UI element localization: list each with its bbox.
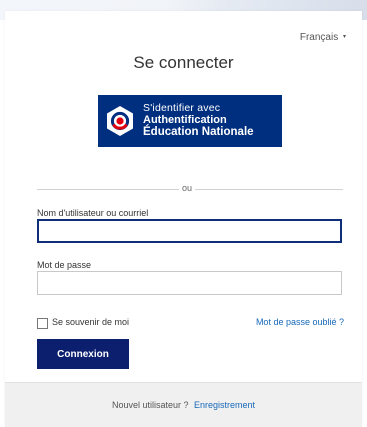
password-label: Mot de passe bbox=[37, 260, 92, 270]
language-selector[interactable]: Français ▾ bbox=[300, 32, 346, 43]
username-label: Nom d'utilisateur ou courriel bbox=[37, 208, 149, 218]
register-link[interactable]: Enregistrement bbox=[194, 400, 255, 410]
divider-right bbox=[195, 189, 343, 190]
forgot-password-link[interactable]: Mot de passe oublié ? bbox=[256, 317, 344, 327]
page-title: Se connecter bbox=[133, 53, 234, 72]
register-footer: Nouvel utilisateur ? Enregistrement bbox=[5, 382, 362, 427]
username-input[interactable] bbox=[37, 219, 342, 243]
divider-text: ou bbox=[181, 183, 192, 193]
password-input[interactable] bbox=[37, 271, 342, 295]
remember-me-checkbox[interactable] bbox=[37, 318, 48, 329]
chevron-down-icon: ▾ bbox=[342, 34, 346, 40]
connexion-button[interactable]: Connexion bbox=[37, 339, 129, 369]
login-card: Français ▾ Se connecter S'identifier ave… bbox=[5, 11, 362, 427]
language-label: Français bbox=[299, 32, 339, 43]
education-nationale-login-button[interactable]: S'identifier avec Authentification Éduca… bbox=[98, 95, 282, 147]
provider-line-1: S'identifier avec bbox=[143, 102, 221, 114]
provider-line-3: Éducation Nationale bbox=[143, 126, 254, 138]
remember-me-label: Se souvenir de moi bbox=[52, 317, 130, 327]
divider-left bbox=[37, 189, 179, 190]
new-user-text: Nouvel utilisateur ? bbox=[111, 400, 189, 410]
education-nationale-logo-icon bbox=[107, 106, 133, 136]
provider-line-2: Authentification bbox=[143, 114, 227, 126]
